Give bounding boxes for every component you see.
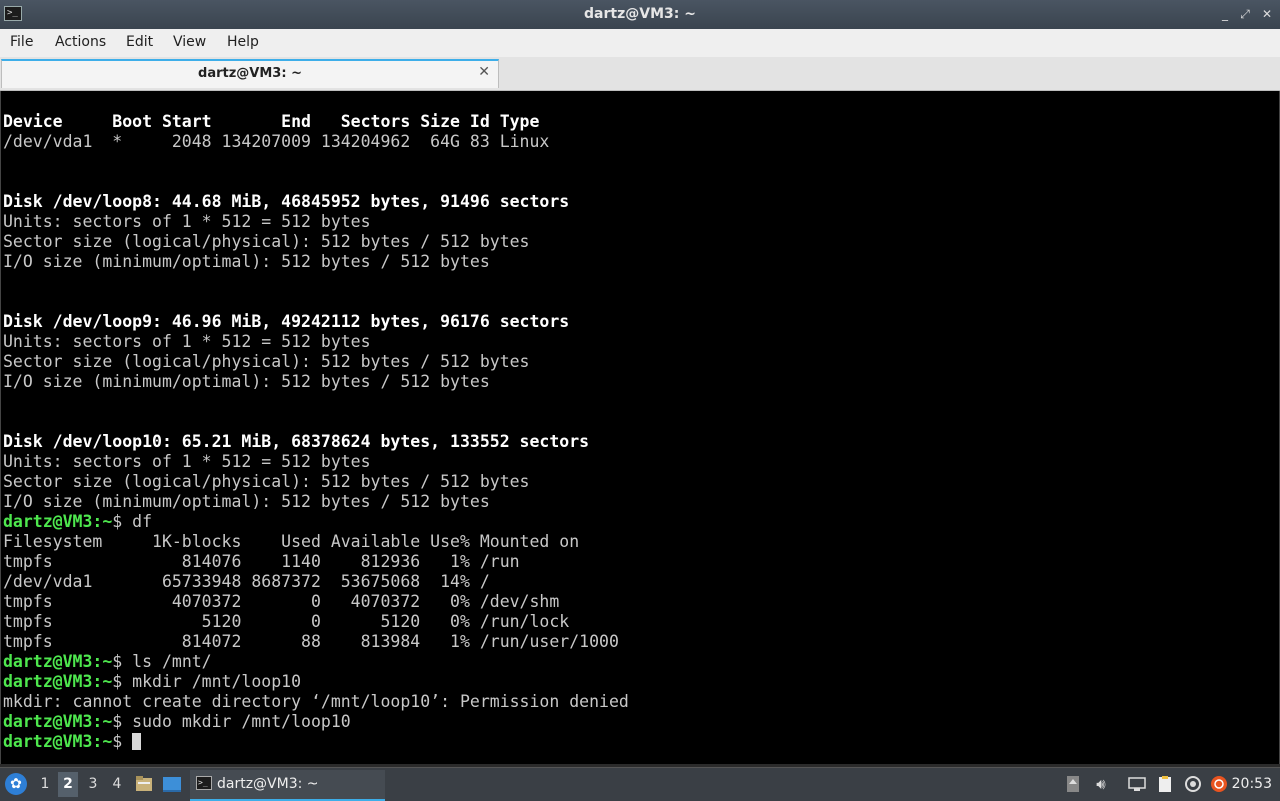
shell-prompt: dartz@VM3:~	[3, 512, 113, 531]
shell-prompt: dartz@VM3:~	[3, 652, 113, 671]
output-text: tmpfs 814076 1140 812936 1% /run	[3, 552, 520, 571]
terminal-task-icon: >_	[196, 776, 212, 790]
workspace-4[interactable]: 4	[107, 776, 127, 792]
terminal-line: I/O size (minimum/optimal): 512 bytes / …	[3, 372, 629, 392]
output-text: mkdir: cannot create directory ‘/mnt/loo…	[3, 692, 629, 711]
shell-command: $ ls /mnt/	[112, 652, 212, 671]
workspace-1[interactable]: 1	[35, 776, 55, 792]
start-menu-icon[interactable]: ✿	[5, 773, 27, 795]
output-text: Device Boot Start End Sectors Size Id Ty…	[3, 112, 540, 131]
update-icon[interactable]	[1184, 775, 1202, 793]
terminal-line: tmpfs 814072 88 813984 1% /run/user/1000	[3, 632, 629, 652]
terminal-line: Units: sectors of 1 * 512 = 512 bytes	[3, 332, 629, 352]
menu-bar: File Actions Edit View Help	[0, 29, 1280, 58]
workspace-3[interactable]: 3	[83, 776, 103, 792]
terminal-line: dartz@VM3:~$	[3, 732, 629, 752]
terminal-line: tmpfs 814076 1140 812936 1% /run	[3, 552, 629, 572]
terminal-line: Sector size (logical/physical): 512 byte…	[3, 232, 629, 252]
taskbar: ✿ 1 2 3 4 >_ dartz@VM3: ~ 🔊︎ 20:53	[0, 767, 1280, 801]
shell-prompt: dartz@VM3:~	[3, 672, 113, 691]
close-window-button[interactable]: ✕	[1260, 6, 1274, 22]
terminal-line: Disk /dev/loop9: 46.96 MiB, 49242112 byt…	[3, 312, 629, 332]
output-text: tmpfs 4070372 0 4070372 0% /dev/shm	[3, 592, 560, 611]
terminal-line: dartz@VM3:~$ df	[3, 512, 629, 532]
task-label: dartz@VM3: ~	[217, 776, 319, 792]
shell-command: $ mkdir /mnt/loop10	[112, 672, 302, 691]
terminal-line: Disk /dev/loop8: 44.68 MiB, 46845952 byt…	[3, 192, 629, 212]
output-text: I/O size (minimum/optimal): 512 bytes / …	[3, 372, 490, 391]
shell-command: $ sudo mkdir /mnt/loop10	[112, 712, 351, 731]
output-text: Sector size (logical/physical): 512 byte…	[3, 232, 530, 251]
terminal-line: tmpfs 4070372 0 4070372 0% /dev/shm	[3, 592, 629, 612]
output-text: Sector size (logical/physical): 512 byte…	[3, 352, 530, 371]
terminal-output[interactable]: Device Boot Start End Sectors Size Id Ty…	[0, 91, 1280, 764]
shell-command: $ df	[112, 512, 153, 531]
output-text: Units: sectors of 1 * 512 = 512 bytes	[3, 452, 371, 471]
terminal-line: Sector size (logical/physical): 512 byte…	[3, 472, 629, 492]
terminal-line: I/O size (minimum/optimal): 512 bytes / …	[3, 492, 629, 512]
menu-edit[interactable]: Edit	[126, 34, 153, 50]
shell-command: $	[112, 732, 133, 751]
output-text: Sector size (logical/physical): 512 byte…	[3, 472, 530, 491]
terminal-line: dartz@VM3:~$ sudo mkdir /mnt/loop10	[3, 712, 629, 732]
terminal-line: mkdir: cannot create directory ‘/mnt/loo…	[3, 692, 629, 712]
workspace-2[interactable]: 2	[58, 772, 78, 797]
tab-close-icon[interactable]: ✕	[478, 64, 490, 80]
minimize-button[interactable]: _	[1218, 6, 1232, 22]
terminal-lines: Device Boot Start End Sectors Size Id Ty…	[3, 112, 629, 752]
terminal-line: Disk /dev/loop10: 65.21 MiB, 68378624 by…	[3, 432, 629, 452]
output-text: Units: sectors of 1 * 512 = 512 bytes	[3, 212, 371, 231]
tray-up-arrow-icon[interactable]	[1064, 775, 1082, 793]
output-text: Disk /dev/loop10: 65.21 MiB, 68378624 by…	[3, 432, 590, 451]
menu-file[interactable]: File	[10, 34, 33, 50]
terminal-line: tmpfs 5120 0 5120 0% /run/lock	[3, 612, 629, 632]
menu-view[interactable]: View	[173, 34, 206, 50]
window-titlebar[interactable]: >_ dartz@VM3: ~ _ ⤢ ✕	[0, 0, 1280, 30]
maximize-button[interactable]: ⤢	[1238, 6, 1252, 22]
output-text: Units: sectors of 1 * 512 = 512 bytes	[3, 332, 371, 351]
terminal-cursor	[132, 733, 142, 750]
terminal-line: /dev/vda1 65733948 8687372 53675068 14% …	[3, 572, 629, 592]
show-desktop-icon[interactable]	[162, 774, 182, 794]
terminal-line: Device Boot Start End Sectors Size Id Ty…	[3, 112, 629, 132]
volume-icon[interactable]: 🔊︎	[1092, 775, 1110, 793]
menu-help[interactable]: Help	[227, 34, 259, 50]
clipboard-icon[interactable]	[1156, 775, 1174, 793]
output-text: Disk /dev/loop9: 46.96 MiB, 49242112 byt…	[3, 312, 570, 331]
shell-prompt: dartz@VM3:~	[3, 732, 113, 751]
window-title: dartz@VM3: ~	[584, 6, 696, 22]
terminal-line: Filesystem 1K-blocks Used Available Use%…	[3, 532, 629, 552]
terminal-line: Sector size (logical/physical): 512 byte…	[3, 352, 629, 372]
terminal-line: Units: sectors of 1 * 512 = 512 bytes	[3, 212, 629, 232]
terminal-line: Units: sectors of 1 * 512 = 512 bytes	[3, 452, 629, 472]
tab-label: dartz@VM3: ~	[198, 66, 302, 81]
terminal-line: dartz@VM3:~$ ls /mnt/	[3, 652, 629, 672]
output-text: Filesystem 1K-blocks Used Available Use%…	[3, 532, 580, 551]
terminal-line: dartz@VM3:~$ mkdir /mnt/loop10	[3, 672, 629, 692]
file-manager-icon[interactable]	[134, 774, 154, 794]
output-text: /dev/vda1 65733948 8687372 53675068 14% …	[3, 572, 490, 591]
output-text: I/O size (minimum/optimal): 512 bytes / …	[3, 492, 490, 511]
terminal-line: /dev/vda1 * 2048 134207009 134204962 64G…	[3, 132, 629, 152]
output-text: tmpfs 814072 88 813984 1% /run/user/1000	[3, 632, 619, 651]
output-text: tmpfs 5120 0 5120 0% /run/lock	[3, 612, 570, 631]
terminal-tab[interactable]: dartz@VM3: ~ ✕	[1, 59, 499, 88]
shell-prompt: dartz@VM3:~	[3, 712, 113, 731]
output-text: /dev/vda1 * 2048 134207009 134204962 64G…	[3, 132, 550, 151]
menu-actions[interactable]: Actions	[55, 34, 106, 50]
ubuntu-icon[interactable]	[1210, 775, 1228, 793]
output-text: I/O size (minimum/optimal): 512 bytes / …	[3, 252, 490, 271]
clock: 20:53	[1231, 776, 1272, 792]
output-text: Disk /dev/loop8: 44.68 MiB, 46845952 byt…	[3, 192, 570, 211]
network-icon[interactable]	[1128, 775, 1146, 793]
tab-bar: dartz@VM3: ~ ✕	[0, 57, 1280, 91]
terminal-line: I/O size (minimum/optimal): 512 bytes / …	[3, 252, 629, 272]
taskbar-terminal-task[interactable]: >_ dartz@VM3: ~	[190, 770, 385, 801]
